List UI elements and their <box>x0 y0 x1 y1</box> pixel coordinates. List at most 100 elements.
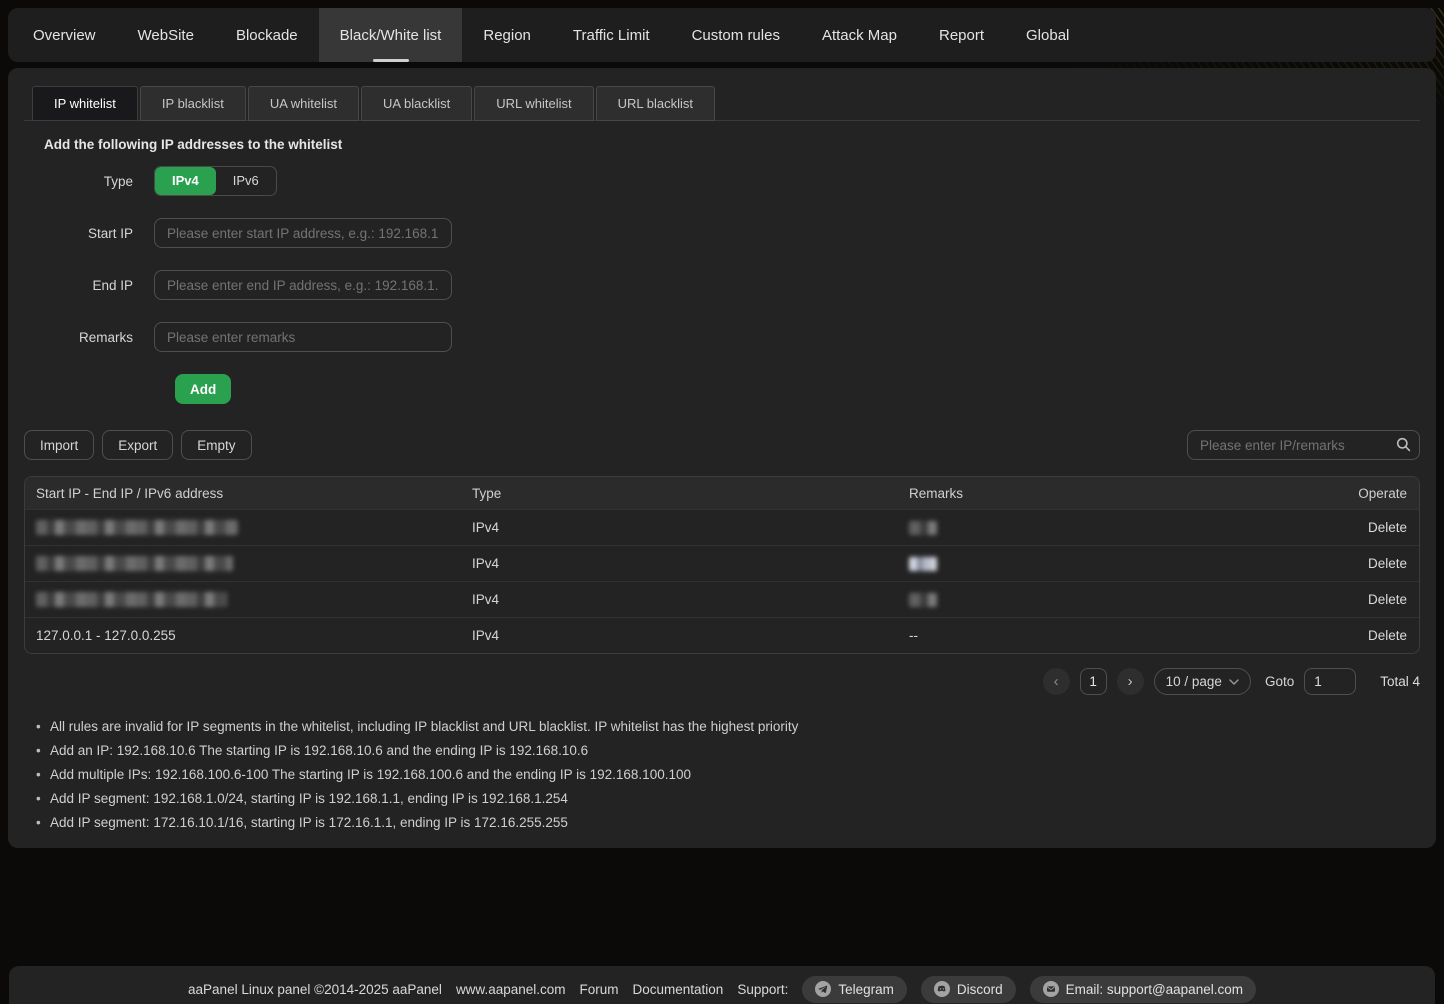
form-heading: Add the following IP addresses to the wh… <box>44 137 1420 152</box>
end-ip-label: End IP <box>44 278 154 293</box>
cell-remarks <box>909 557 1329 571</box>
cell-start-ip: 127.0.0.1 - 127.0.0.255 <box>25 628 472 643</box>
import-button[interactable]: Import <box>24 430 94 460</box>
page-size-select[interactable]: 10 / page <box>1154 668 1251 695</box>
nav-tab-global[interactable]: Global <box>1005 8 1090 62</box>
page-size-value: 10 / page <box>1166 674 1222 689</box>
empty-button[interactable]: Empty <box>181 430 251 460</box>
whitelist-table: Start IP - End IP / IPv6 address Type Re… <box>24 476 1420 654</box>
table-body: IPv4DeleteIPv4DeleteIPv4Delete127.0.0.1 … <box>25 509 1419 653</box>
subtab-ua-blacklist[interactable]: UA blacklist <box>361 86 472 121</box>
nav-tab-overview[interactable]: Overview <box>12 8 117 62</box>
email-label: Email: support@aapanel.com <box>1066 982 1243 997</box>
nav-tab-black-white-list[interactable]: Black/White list <box>319 8 463 62</box>
delete-link[interactable]: Delete <box>1368 628 1407 643</box>
table-row: IPv4 Delete <box>25 509 1419 545</box>
nav-tab-region[interactable]: Region <box>462 8 552 62</box>
cell-type: IPv4 <box>472 556 909 571</box>
table-row: IPv4Delete <box>25 581 1419 617</box>
cell-operate: Delete <box>1329 592 1419 607</box>
telegram-button[interactable]: Telegram <box>802 976 907 1003</box>
start-ip-label: Start IP <box>44 226 154 241</box>
search-box <box>1187 430 1420 460</box>
subtab-ua-whitelist[interactable]: UA whitelist <box>248 86 359 121</box>
header-operate: Operate <box>1329 486 1419 501</box>
nav-tab-website[interactable]: WebSite <box>117 8 215 62</box>
site-link[interactable]: www.aapanel.com <box>456 982 566 997</box>
ipv6-option[interactable]: IPv6 <box>216 167 276 195</box>
search-icon[interactable] <box>1396 437 1411 452</box>
goto-page-input[interactable] <box>1304 668 1356 695</box>
redacted-remark-value <box>909 521 937 535</box>
copyright-text: aaPanel Linux panel ©2014-2025 aaPanel <box>188 982 442 997</box>
prev-page-button[interactable]: ‹ <box>1043 668 1070 695</box>
ip-type-segmented-control: IPv4 IPv6 <box>154 166 277 196</box>
discord-icon <box>934 981 950 997</box>
nav-tab-blockade[interactable]: Blockade <box>215 8 319 62</box>
add-ip-form: Add the following IP addresses to the wh… <box>24 137 1420 404</box>
type-label: Type <box>44 174 154 189</box>
redacted-ip-value <box>36 520 238 535</box>
documentation-link[interactable]: Documentation <box>633 982 724 997</box>
top-navigation: OverviewWebSiteBlockadeBlack/White listR… <box>8 8 1436 62</box>
next-page-button[interactable]: › <box>1117 668 1144 695</box>
cell-remarks <box>909 593 1329 607</box>
subtab-url-whitelist[interactable]: URL whitelist <box>474 86 593 121</box>
cell-operate: Delete <box>1329 556 1419 571</box>
nav-tab-custom-rules[interactable]: Custom rules <box>671 8 801 62</box>
start-ip-input[interactable] <box>154 218 452 248</box>
email-icon <box>1043 981 1059 997</box>
search-input[interactable] <box>1187 430 1420 460</box>
end-ip-input[interactable] <box>154 270 452 300</box>
telegram-icon <box>815 981 831 997</box>
nav-tab-traffic-limit[interactable]: Traffic Limit <box>552 8 671 62</box>
cell-start-ip <box>25 556 472 571</box>
nav-tab-report[interactable]: Report <box>918 8 1005 62</box>
cell-type: IPv4 <box>472 628 909 643</box>
remarks-label: Remarks <box>44 330 154 345</box>
footer: aaPanel Linux panel ©2014-2025 aaPanel w… <box>9 966 1435 1004</box>
help-note-item: Add an IP: 192.168.10.6 The starting IP … <box>32 739 1420 763</box>
forum-link[interactable]: Forum <box>580 982 619 997</box>
redacted-remark-value <box>909 557 937 571</box>
remarks-input[interactable] <box>154 322 452 352</box>
redacted-ip-value <box>36 556 233 571</box>
cell-operate: Delete <box>1329 628 1419 643</box>
delete-link[interactable]: Delete <box>1368 592 1407 607</box>
add-button[interactable]: Add <box>175 374 231 404</box>
export-button[interactable]: Export <box>102 430 173 460</box>
cell-start-ip <box>25 592 472 607</box>
header-start-ip: Start IP - End IP / IPv6 address <box>25 486 472 501</box>
table-header-row: Start IP - End IP / IPv6 address Type Re… <box>25 477 1419 509</box>
list-type-tabs: IP whitelistIP blacklistUA whitelistUA b… <box>24 86 1420 121</box>
nav-tab-attack-map[interactable]: Attack Map <box>801 8 918 62</box>
table-toolbar: Import Export Empty <box>24 430 1420 460</box>
cell-start-ip <box>25 520 472 535</box>
help-note-item: All rules are invalid for IP segments in… <box>32 715 1420 739</box>
email-button[interactable]: Email: support@aapanel.com <box>1030 976 1256 1003</box>
discord-button[interactable]: Discord <box>921 976 1016 1003</box>
header-remarks: Remarks <box>909 486 1329 501</box>
subtab-url-blacklist[interactable]: URL blacklist <box>596 86 715 121</box>
subtab-ip-blacklist[interactable]: IP blacklist <box>140 86 246 121</box>
table-row: 127.0.0.1 - 127.0.0.255IPv4-- Delete <box>25 617 1419 653</box>
subtab-ip-whitelist[interactable]: IP whitelist <box>32 86 138 121</box>
discord-label: Discord <box>957 982 1003 997</box>
pagination: ‹ 1 › 10 / page Goto Total 4 <box>24 668 1420 695</box>
ipv4-option[interactable]: IPv4 <box>155 167 216 195</box>
delete-link[interactable]: Delete <box>1368 556 1407 571</box>
redacted-ip-value <box>36 592 227 607</box>
help-note-item: Add multiple IPs: 192.168.100.6-100 The … <box>32 763 1420 787</box>
delete-link[interactable]: Delete <box>1368 520 1407 535</box>
redacted-remark-value <box>909 593 937 607</box>
cell-remarks: -- <box>909 628 1329 643</box>
cell-remarks <box>909 521 1329 535</box>
support-label: Support: <box>737 982 788 997</box>
help-notes: All rules are invalid for IP segments in… <box>24 715 1420 835</box>
help-note-item: Add IP segment: 192.168.1.0/24, starting… <box>32 787 1420 811</box>
help-note-item: Add IP segment: 172.16.10.1/16, starting… <box>32 811 1420 835</box>
page-number-button[interactable]: 1 <box>1080 668 1107 695</box>
cell-type: IPv4 <box>472 520 909 535</box>
chevron-down-icon <box>1229 679 1239 685</box>
total-count: Total 4 <box>1380 674 1420 689</box>
